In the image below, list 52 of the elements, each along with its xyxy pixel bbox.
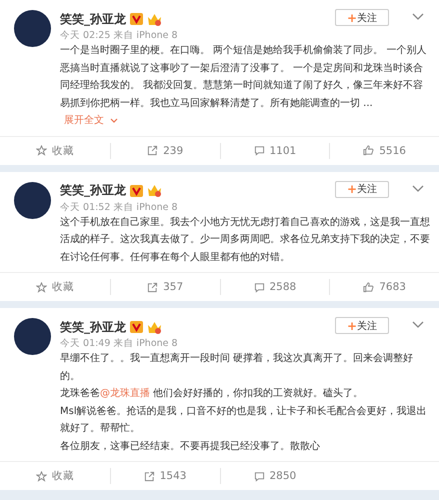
comment-action[interactable]: 2850 xyxy=(220,468,330,484)
star-icon xyxy=(36,282,47,292)
post-text: 一个是当时圈子里的梗。在口嗨。 两个短信是她给我手机偷偷装了同步。 一个别人恶搞当时直播就说了这事吵了一架后澄清了没事了。 一个是定房间和龙珠当时谈合同经理给我发的。 我都没回复。慧慧第一时间就知道了闹了好久，像三年来好不容易抓到你把柄一样。我也立马回家解释清楚了。所有她能调查的一切 ... 展开全文 xyxy=(60,44,428,128)
avatar xyxy=(14,182,51,218)
user-name[interactable]: 笑笑_孙亚龙 xyxy=(60,10,126,28)
comment-icon xyxy=(254,282,264,292)
comment-icon xyxy=(254,145,264,156)
repost-action[interactable]: 1543 xyxy=(110,468,220,484)
comment-action[interactable]: 2588 xyxy=(220,279,330,295)
post-text: Msl解说爸爸。抢话的是我，口音不好的也是我，让卡子和长毛配合会更好，我退出就好了。帮帮忙。 xyxy=(60,404,428,436)
post-time: 今天 01:49 来自 iPhone 8 xyxy=(60,337,179,350)
chevron-down-icon xyxy=(110,118,118,123)
comment-action[interactable]: 1101 xyxy=(220,142,330,158)
avatar xyxy=(14,10,51,47)
share-icon xyxy=(147,282,158,292)
post-text: 各位朋友，这事已经结束。不要再提我已经没事了。散散心 xyxy=(60,440,321,454)
post-time: 今天 02:25 来自 iPhone 8 xyxy=(60,29,179,42)
repost-action[interactable]: 239 xyxy=(110,142,220,158)
comment-icon xyxy=(254,470,264,482)
favorite-action[interactable]: 收藏 xyxy=(0,468,110,484)
post-text: 这个手机放在自己家里。我去个小地方无忧无虑打着自己喜欢的游戏，这是我一直想活成的样子。这次我真去做了。少一周多两周吧。求各位兄弟支持下我的决定，不要在讨论任何事。任何事在每个人眼里都有他的对错。 xyxy=(60,216,430,264)
post-text: 龙珠爸爸@龙珠直播 他们会好好播的，你扣我的工资就好。磕头了。 xyxy=(60,386,364,401)
post-time: 今天 01:52 来自 iPhone 8 xyxy=(60,200,179,214)
share-icon xyxy=(144,470,155,482)
like-action[interactable]: 5516 xyxy=(329,142,439,158)
avatar xyxy=(14,318,51,355)
verified-badge-icon xyxy=(130,13,143,25)
thumbs-up-icon xyxy=(363,282,374,292)
expand-link[interactable]: 展开全文 xyxy=(64,115,118,126)
post-text: 早绷不住了。。我一直想离开一段时间 硬撑着，我这次真离开了。回来会调整好的。 xyxy=(60,352,414,384)
chevron-down-icon[interactable] xyxy=(412,184,424,192)
star-icon xyxy=(36,145,47,156)
follow-button[interactable]: +关注 xyxy=(335,317,389,334)
favorite-action[interactable]: 收藏 xyxy=(0,279,110,295)
crown-icon xyxy=(147,184,162,197)
user-name[interactable]: 笑笑_孙亚龙 xyxy=(60,182,126,199)
crown-icon xyxy=(147,12,162,26)
star-icon xyxy=(36,470,47,482)
like-action[interactable]: 7683 xyxy=(329,279,439,295)
verified-badge-icon xyxy=(130,321,143,333)
follow-button[interactable]: +关注 xyxy=(335,9,389,26)
mention-link[interactable]: @龙珠直播 xyxy=(100,388,150,399)
follow-button[interactable]: +关注 xyxy=(335,180,389,198)
chevron-down-icon[interactable] xyxy=(412,13,424,20)
thumbs-up-icon xyxy=(363,145,374,156)
user-name[interactable]: 笑笑_孙亚龙 xyxy=(60,318,126,336)
favorite-action[interactable]: 收藏 xyxy=(0,142,110,158)
verified-badge-icon xyxy=(130,184,143,196)
chevron-down-icon[interactable] xyxy=(412,321,424,328)
crown-icon xyxy=(147,320,162,334)
share-icon xyxy=(147,145,158,156)
repost-action[interactable]: 357 xyxy=(110,279,220,295)
